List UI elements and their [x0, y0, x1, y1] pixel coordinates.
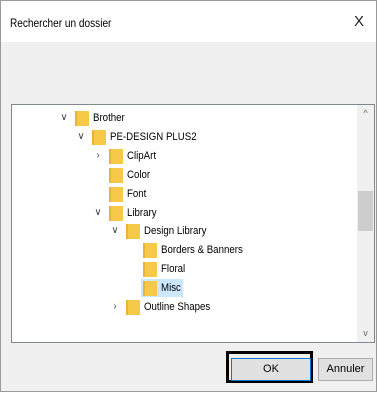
close-button[interactable]: X: [342, 1, 376, 42]
tree-item-label: Design Library: [144, 225, 207, 238]
tree-item-label: PE-DESIGN PLUS2: [110, 130, 197, 143]
tree-item-label: Borders & Banners: [161, 244, 243, 257]
tree-item[interactable]: Borders & Banners: [126, 241, 286, 259]
tree-item-label: Floral: [161, 263, 186, 276]
folder-icon: [109, 148, 123, 164]
chevron-down-icon[interactable]: ∨: [75, 128, 87, 146]
tree-item-label: Font: [127, 187, 147, 200]
tree-item[interactable]: › ClipArt: [92, 147, 252, 165]
tree-item-label: Outline Shapes: [144, 301, 211, 313]
tree-item[interactable]: ∨ PE-DESIGN PLUS2: [75, 128, 235, 146]
tree-item[interactable]: Font: [92, 185, 252, 203]
tree-item[interactable]: ∨ Design Library: [109, 222, 269, 240]
folder-icon: [143, 262, 157, 278]
tree-item-label: Misc: [161, 282, 181, 295]
folder-icon: [143, 243, 157, 259]
tree-item-label: ClipArt: [127, 149, 157, 162]
tree-item[interactable]: ∨ Library: [92, 204, 252, 222]
tree-item[interactable]: Color: [92, 166, 252, 184]
folder-icon: [92, 129, 106, 145]
tree-item-label: Brother: [93, 112, 125, 124]
ok-button[interactable]: OK: [231, 358, 311, 381]
tree-item[interactable]: ∨ Brother: [58, 109, 218, 127]
tree-item-label: Color: [127, 168, 151, 181]
tree-item[interactable]: Misc: [126, 279, 286, 298]
folder-icon: [143, 281, 157, 297]
chevron-down-icon[interactable]: ∨: [109, 222, 121, 240]
window-title: Rechercher un dossier: [10, 16, 112, 30]
title-bar: Rechercher un dossier X: [1, 1, 376, 42]
chevron-right-icon[interactable]: ›: [109, 298, 121, 316]
cancel-button[interactable]: Annuler: [318, 358, 373, 381]
scroll-down-button[interactable]: v: [357, 325, 374, 342]
tree-item[interactable]: › Outline Shapes: [109, 298, 269, 316]
tree-item[interactable]: Floral: [126, 260, 286, 278]
scrollbar-thumb[interactable]: [358, 191, 373, 231]
chevron-down-icon[interactable]: ∨: [92, 204, 104, 222]
folder-icon: [75, 111, 89, 126]
folder-icon: [109, 186, 123, 202]
tree-item-label: Library: [127, 206, 157, 219]
folder-tree[interactable]: ^ v ∨ Brother ∨ PE-DESIGN PLUS2 › ClipArt Colo…: [11, 104, 375, 343]
chevron-down-icon[interactable]: ∨: [58, 109, 70, 127]
folder-browser-dialog: Rechercher un dossier X ^ v ∨ Brother ∨ PE-…: [0, 0, 377, 392]
folder-icon: [109, 205, 123, 221]
folder-icon: [109, 167, 123, 183]
folder-icon: [126, 300, 140, 315]
folder-icon: [126, 224, 140, 240]
chevron-right-icon[interactable]: ›: [92, 147, 104, 165]
scroll-up-button[interactable]: ^: [357, 105, 374, 122]
vertical-scrollbar[interactable]: ^ v: [357, 105, 374, 342]
